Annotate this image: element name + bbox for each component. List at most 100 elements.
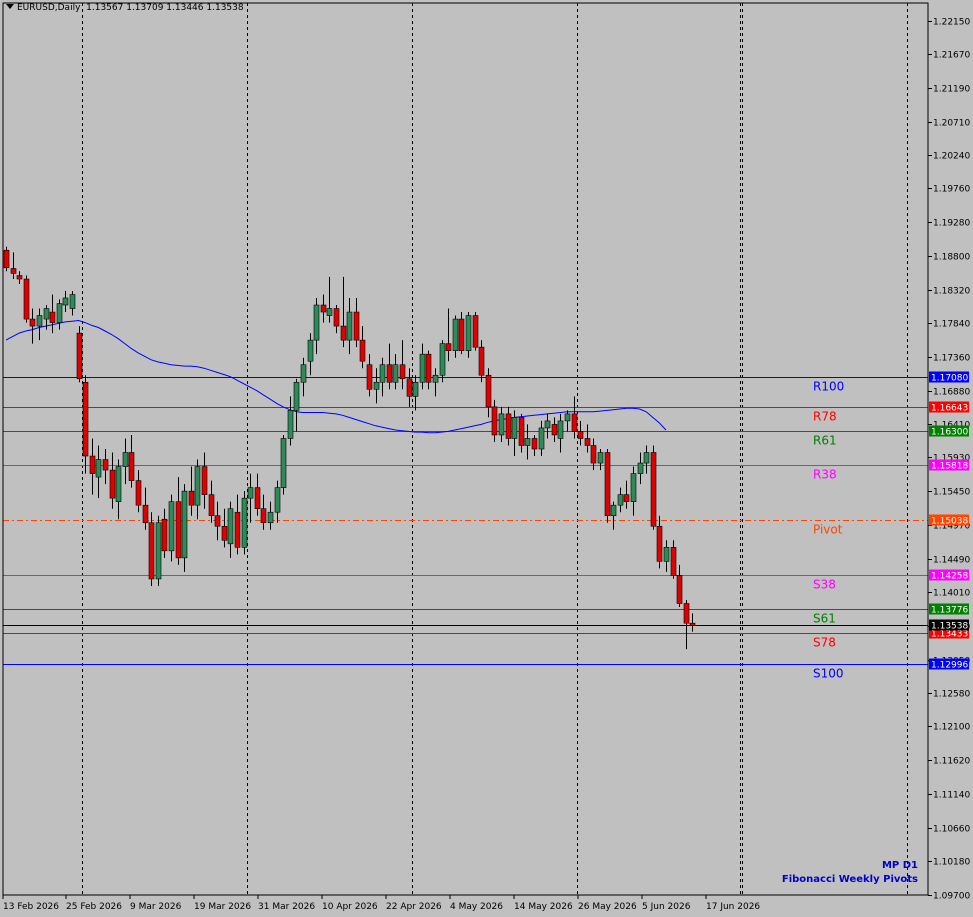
candle-body (56, 303, 63, 323)
y-tick-label: 1.17840 (933, 320, 970, 330)
candle-body (557, 420, 564, 439)
candle-body (597, 452, 604, 464)
candle-body (194, 466, 201, 506)
candle-body (155, 522, 162, 580)
y-tick-label: 1.11140 (933, 791, 970, 801)
price-tag-text-s61: 1.13776 (931, 606, 968, 616)
candle[interactable] (280, 434, 287, 495)
y-tick-label: 1.11620 (933, 757, 970, 767)
x-tick-label: 31 Mar 2026 (258, 902, 315, 912)
pivot-label-pivot: Pivot (813, 523, 843, 537)
candle-body (274, 487, 281, 513)
symbol-label: EURUSD,Daily (17, 3, 81, 13)
candle-body (439, 343, 446, 376)
candle-body (300, 364, 307, 383)
dropdown-triangle-icon[interactable] (6, 4, 14, 9)
candle-body (267, 511, 274, 524)
y-tick-label: 1.19280 (933, 219, 970, 229)
candle-body (604, 452, 611, 517)
candle-body (36, 315, 43, 327)
candle-body (43, 308, 50, 320)
price-tag-text-r61: 1.16300 (931, 428, 968, 438)
candle-body (109, 469, 116, 499)
candle[interactable] (472, 312, 479, 351)
candle-body (419, 353, 426, 383)
candle-body (293, 381, 300, 411)
candle-body (181, 490, 188, 559)
candle-body (313, 304, 320, 341)
candle-body (683, 603, 690, 624)
candle[interactable] (76, 326, 83, 383)
candle-body (689, 622, 696, 626)
candle-body (518, 417, 525, 446)
candle[interactable] (650, 445, 657, 530)
candle-body (76, 332, 83, 380)
candle-body (175, 501, 182, 559)
y-tick-label: 1.19760 (933, 185, 970, 195)
candle[interactable] (155, 515, 162, 586)
pivot-label-s78: S78 (813, 636, 836, 650)
price-chart[interactable]: 1.22150 1.21670 1.21190 1.20710 1.20240 1.197… (0, 0, 973, 917)
y-tick-label: 1.14490 (933, 556, 970, 566)
price-tag-text-s100: 1.12996 (931, 661, 968, 671)
candle-body (544, 420, 551, 429)
y-tick-label: 1.21670 (933, 51, 970, 61)
price-tag-text-r78: 1.16643 (931, 404, 968, 414)
candle-body (128, 452, 135, 481)
candle[interactable] (23, 275, 30, 323)
candle-body (122, 452, 129, 467)
candle-body (458, 318, 465, 351)
candle-body (551, 424, 558, 436)
candle-body (511, 417, 518, 439)
candle-body (168, 501, 175, 552)
price-tag-text-r100: 1.17080 (931, 374, 968, 384)
y-tick-label: 1.21190 (933, 85, 970, 95)
candle[interactable] (465, 312, 472, 358)
y-tick-label: 1.18320 (933, 287, 970, 297)
x-tick-label: 19 Mar 2026 (194, 902, 251, 912)
price-tag-text-r38: 1.15818 (931, 462, 968, 472)
ohlc-values: 1.13567 1.13709 1.13446 1.13538 (86, 3, 244, 13)
candle-body (485, 374, 492, 408)
candle[interactable] (148, 512, 155, 586)
y-tick-label: 1.20240 (933, 152, 970, 162)
y-tick-label: 1.12580 (933, 690, 970, 700)
candle-body (379, 364, 386, 383)
x-tick-label: 9 Mar 2026 (130, 902, 182, 912)
candle-body (95, 459, 102, 478)
candle-body (498, 413, 505, 436)
candle-body (445, 343, 452, 351)
candle-body (637, 462, 644, 474)
candle-body (663, 547, 670, 562)
candle-body (353, 311, 360, 341)
candle-body (208, 494, 215, 517)
candle-body (221, 525, 228, 541)
candle-body (373, 381, 380, 390)
chart-background (0, 0, 973, 917)
candle-body (62, 297, 69, 306)
candle[interactable] (3, 246, 10, 272)
candle-body (676, 575, 683, 604)
brand-line2: Fibonacci Weekly Pivots (781, 874, 918, 885)
candle-body (392, 364, 399, 383)
candle-body (287, 410, 294, 439)
candle[interactable] (604, 449, 611, 523)
pivot-label-r100: R100 (813, 380, 844, 394)
brand-line1: MP D1 (881, 860, 918, 871)
candle-body (643, 452, 650, 464)
candle[interactable] (241, 491, 248, 555)
candle-body (254, 487, 261, 510)
candle-body (571, 413, 578, 432)
pivot-label-r61: R61 (813, 434, 837, 448)
candle-body (399, 364, 406, 380)
x-tick-label: 26 May 2026 (578, 902, 637, 912)
y-tick-label: 1.12100 (933, 723, 970, 733)
candle-body (115, 466, 122, 502)
candle-body (102, 459, 109, 471)
y-tick-label: 1.17360 (933, 354, 970, 364)
current-price-tag-text: 1.13538 (931, 622, 968, 632)
candle-body (564, 413, 571, 422)
pivot-label-r78: R78 (813, 410, 837, 424)
x-tick-label: 4 May 2026 (450, 902, 503, 912)
candle-body (650, 452, 657, 527)
